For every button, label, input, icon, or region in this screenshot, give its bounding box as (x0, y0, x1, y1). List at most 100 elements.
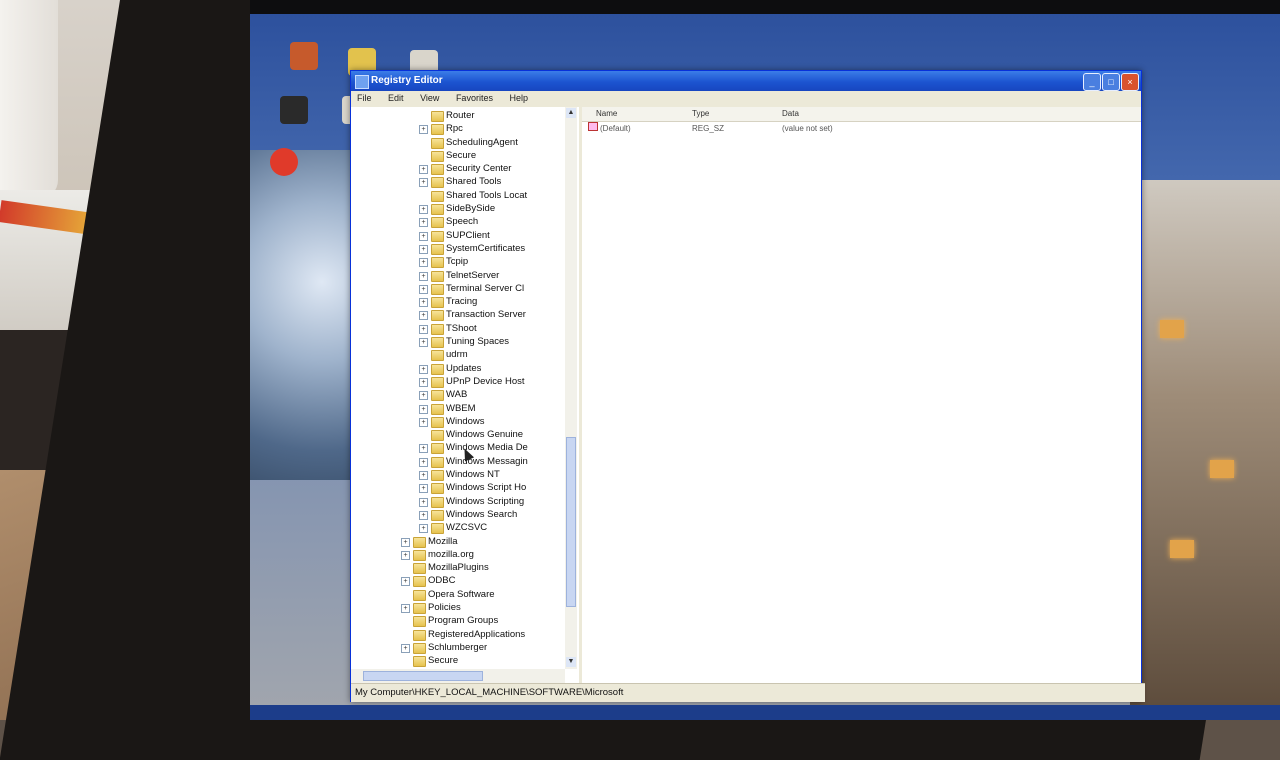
expand-toggle-icon[interactable]: + (419, 218, 428, 228)
expand-toggle-icon[interactable]: + (419, 165, 428, 175)
expand-toggle-icon[interactable]: + (401, 643, 410, 653)
tree-item-label: Transaction Server (446, 309, 526, 321)
menu-file[interactable]: File (357, 93, 372, 103)
tree-item[interactable]: + Schlumberger (351, 641, 579, 654)
expand-toggle-icon[interactable]: + (419, 244, 428, 254)
tree-hscroll-thumb[interactable] (363, 671, 483, 681)
panes: Router + Rpc SchedulingAgent Secure + Security… (351, 107, 1141, 683)
column-header-name[interactable]: Name (596, 107, 617, 121)
tree-item[interactable]: + Updates (351, 362, 579, 375)
tree-item[interactable]: udrm (351, 348, 579, 362)
expand-toggle-icon[interactable]: + (419, 524, 428, 534)
column-header-data[interactable]: Data (782, 107, 799, 121)
tree-item[interactable]: + Policies (351, 601, 579, 614)
tree-item[interactable]: + ODBC (351, 574, 579, 588)
tree-item[interactable]: + Tcpip (351, 255, 579, 269)
tree-item[interactable]: + SUPClient (351, 229, 579, 242)
tree-item[interactable]: + WBEM (351, 402, 579, 415)
expand-toggle-icon[interactable]: + (419, 471, 428, 481)
expand-toggle-icon[interactable]: + (419, 258, 428, 268)
close-button[interactable]: × (1121, 73, 1139, 91)
tree-item[interactable]: + WZCSVC (351, 521, 579, 535)
expand-toggle-icon[interactable]: + (401, 550, 410, 560)
expand-toggle-icon[interactable]: + (419, 231, 428, 241)
tree-horizontal-scrollbar[interactable] (351, 669, 565, 683)
tree-item[interactable]: + Tracing (351, 295, 579, 309)
tree-item[interactable]: + TelnetServer (351, 269, 579, 282)
menu-favorites[interactable]: Favorites (456, 93, 493, 103)
expand-toggle-icon[interactable]: + (419, 125, 428, 135)
tree-item[interactable]: + Windows (351, 415, 579, 428)
tree-item[interactable]: Opera Software (351, 588, 579, 601)
expand-toggle-icon[interactable]: + (419, 417, 428, 427)
expand-toggle-icon[interactable]: + (419, 284, 428, 294)
folder-icon (431, 443, 444, 455)
expand-toggle-icon[interactable]: + (419, 364, 428, 374)
title-bar[interactable]: Registry Editor _ □ × (351, 71, 1141, 91)
column-header-type[interactable]: Type (692, 107, 709, 121)
tree-scroll-thumb[interactable] (566, 437, 576, 607)
tree-item[interactable]: + Speech (351, 215, 579, 229)
tree-item[interactable]: + SystemCertificates (351, 242, 579, 255)
tree-item[interactable]: Router (351, 109, 579, 122)
tree-item[interactable]: Shared Tools Locat (351, 189, 579, 202)
scroll-up-arrow-icon[interactable]: ▲ (566, 108, 576, 118)
scroll-down-arrow-icon[interactable]: ▼ (566, 657, 576, 667)
tree-item[interactable]: SchedulingAgent (351, 136, 579, 149)
tree-item[interactable]: + SideBySide (351, 202, 579, 216)
tree-item[interactable]: + Security Center (351, 162, 579, 176)
desktop-computer-icon[interactable] (280, 96, 308, 124)
expand-toggle-icon[interactable]: + (419, 324, 428, 334)
expand-toggle-icon[interactable]: + (419, 271, 428, 281)
tree-item[interactable]: + mozilla.org (351, 548, 579, 561)
tree-item[interactable]: + Windows Search (351, 508, 579, 521)
tree-item[interactable]: MozillaPlugins (351, 561, 579, 575)
menu-help[interactable]: Help (509, 93, 528, 103)
tree-item[interactable]: + Windows NT (351, 468, 579, 482)
value-row[interactable]: (Default) REG_SZ (value not set) (582, 122, 1141, 135)
expand-toggle-icon[interactable]: + (401, 537, 410, 547)
expand-toggle-icon[interactable]: + (419, 338, 428, 348)
tree-item[interactable]: + Transaction Server (351, 308, 579, 322)
tree-item[interactable]: + Tuning Spaces (351, 335, 579, 349)
tree-item[interactable]: + WAB (351, 388, 579, 402)
tree-item[interactable]: + Shared Tools (351, 175, 579, 189)
tree-item[interactable]: + Windows Scripting (351, 495, 579, 508)
expand-toggle-icon[interactable]: + (419, 444, 428, 454)
tree-vertical-scrollbar[interactable]: ▲ ▼ (565, 107, 577, 669)
tree-item-label: Windows Media De (446, 442, 528, 454)
tree-item[interactable]: + TShoot (351, 322, 579, 335)
folder-icon (431, 124, 444, 136)
tree-item[interactable]: RegisteredApplications (351, 628, 579, 641)
expand-toggle-icon[interactable]: + (419, 377, 428, 387)
tree-item[interactable]: + Rpc (351, 122, 579, 136)
tree-item[interactable]: + Mozilla (351, 535, 579, 548)
tree-item[interactable]: Secure (351, 654, 579, 668)
minimize-button[interactable]: _ (1083, 73, 1101, 91)
expand-toggle-icon[interactable]: + (419, 457, 428, 467)
menu-edit[interactable]: Edit (388, 93, 404, 103)
folder-icon (431, 190, 444, 202)
expand-toggle-icon[interactable]: + (419, 404, 428, 414)
menu-view[interactable]: View (420, 93, 439, 103)
tree-item[interactable]: Program Groups (351, 614, 579, 628)
expand-toggle-icon[interactable]: + (419, 298, 428, 308)
tree-item[interactable]: Windows Genuine (351, 428, 579, 442)
maximize-button[interactable]: □ (1102, 73, 1120, 91)
expand-toggle-icon[interactable]: + (419, 510, 428, 520)
expand-toggle-icon[interactable]: + (419, 178, 428, 188)
tree-item[interactable]: + Terminal Server Cl (351, 282, 579, 295)
tree-item[interactable]: + UPnP Device Host (351, 375, 579, 388)
expand-toggle-icon[interactable]: + (419, 497, 428, 507)
expand-toggle-icon[interactable]: + (419, 311, 428, 321)
expand-toggle-icon[interactable]: + (401, 577, 410, 587)
expand-toggle-icon[interactable]: + (401, 603, 410, 613)
expand-toggle-icon[interactable]: + (419, 205, 428, 215)
expand-toggle-icon[interactable]: + (419, 484, 428, 494)
tree-item[interactable]: Secure (351, 149, 579, 162)
desktop-app-icon[interactable] (290, 42, 318, 70)
tree-item[interactable]: + Windows Script Ho (351, 481, 579, 495)
opera-icon[interactable] (270, 148, 298, 176)
expand-toggle-icon[interactable]: + (419, 391, 428, 401)
house-window (1210, 460, 1234, 478)
